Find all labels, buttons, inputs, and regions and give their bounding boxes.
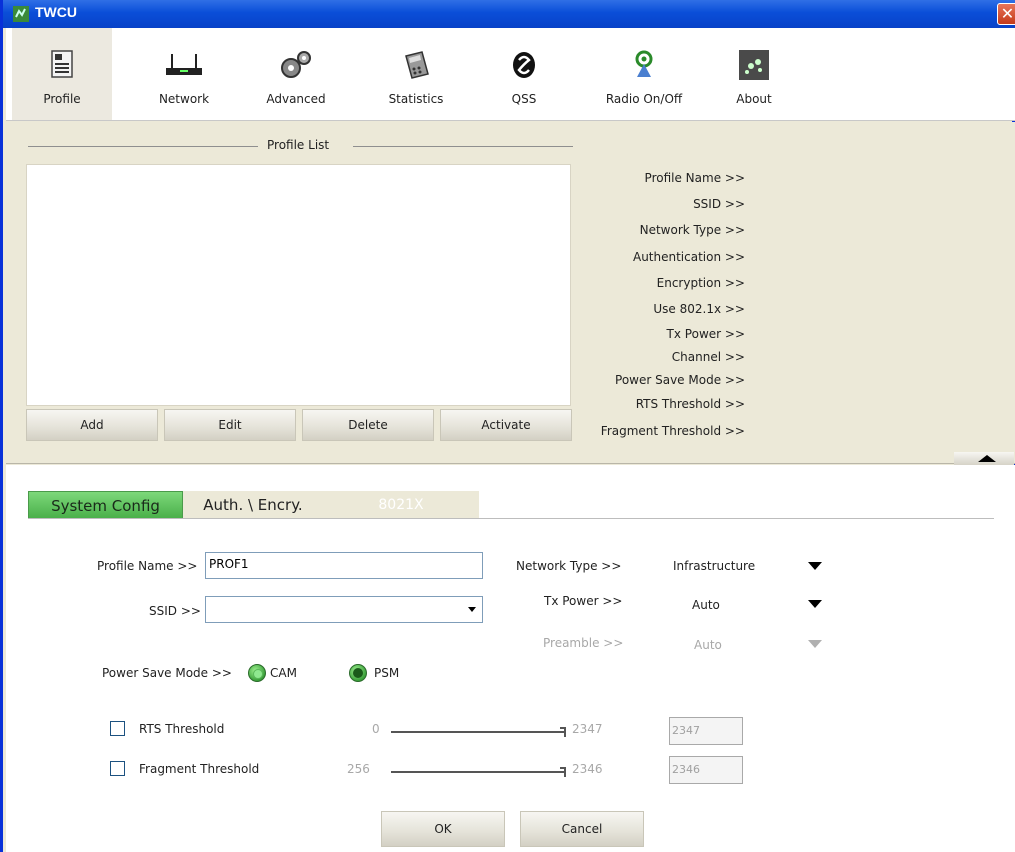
rts-min-label: 0 [372,722,380,736]
psm-radio[interactable] [349,664,367,682]
toolbar-label: Advanced [266,92,326,106]
toolbar-advanced-button[interactable]: Advanced [244,28,348,120]
divider [28,146,258,147]
rts-max-label: 2347 [572,722,603,736]
info-power-save-label: Power Save Mode >> [615,373,745,387]
ok-button[interactable]: OK [381,811,505,847]
add-button[interactable]: Add [26,409,158,441]
preamble-label: Preamble >> [543,636,624,650]
delete-button[interactable]: Delete [302,409,434,441]
toolbar-statistics-button[interactable]: Statistics [364,28,468,120]
config-panel: System Config Auth. \ Encry. 8021X Profi… [6,465,1015,852]
rts-slider-track [391,731,566,733]
preamble-value: Auto [694,638,722,652]
info-fragment-threshold-label: Fragment Threshold >> [600,424,745,438]
cam-label: CAM [270,666,297,680]
ssid-label: SSID >> [149,604,201,618]
title-bar: TWCU ✕ [3,0,1015,28]
tab-auth-encry[interactable]: Auth. \ Encry. [183,491,323,519]
network-type-dropdown-icon[interactable] [808,562,822,570]
toolbar-label: Network [158,92,210,106]
toolbar-radio-button[interactable]: Radio On/Off [584,28,704,120]
rts-threshold-label: RTS Threshold [139,722,225,736]
radio-icon [635,50,653,77]
tab-8021x[interactable]: 8021X [323,491,479,519]
app-window: TWCU ✕ Profile Network Advanced Statisti… [0,0,1015,852]
chevron-down-icon [468,607,476,612]
fragment-threshold-checkbox[interactable] [110,761,125,776]
toolbar-label: QSS [511,92,537,106]
preamble-dropdown-icon [808,640,822,648]
profile-icon [51,50,73,78]
info-ssid-label: SSID >> [693,197,745,211]
info-authentication-label: Authentication >> [632,250,745,264]
info-encryption-label: Encryption >> [656,276,745,290]
toolbar-label: Statistics [388,92,444,106]
info-profile-name-label: Profile Name >> [644,171,745,185]
frag-slider-track [391,771,566,773]
info-channel-label: Channel >> [671,350,745,364]
close-button[interactable]: ✕ [997,3,1015,25]
app-icon [13,6,29,22]
toolbar-network-button[interactable]: Network [134,28,234,120]
calculator-icon [405,51,429,79]
frag-value-field[interactable]: 2346 [669,756,743,784]
gears-icon [281,51,311,78]
network-type-value[interactable]: Infrastructure [673,559,755,573]
collapse-button[interactable] [954,452,1014,466]
tx-power-value[interactable]: Auto [692,598,720,612]
divider [353,146,573,147]
qss-icon [513,52,535,78]
router-icon [166,54,202,75]
toolbar-label: Profile [43,92,81,106]
ssid-dropdown-button[interactable] [463,598,481,621]
power-save-label: Power Save Mode >> [102,666,232,680]
profile-name-label: Profile Name >> [97,559,198,573]
info-tx-power-label: Tx Power >> [666,327,745,341]
frag-min-label: 256 [347,762,370,776]
window-title: TWCU [35,4,77,20]
profile-name-input[interactable]: PROF1 [205,552,483,579]
info-rts-threshold-label: RTS Threshold >> [635,397,745,411]
edit-button[interactable]: Edit [164,409,296,441]
fragment-threshold-label: Fragment Threshold [139,762,260,776]
cam-radio[interactable] [248,664,266,682]
info-network-type-label: Network Type >> [639,223,745,237]
profile-list-header: Profile List [28,138,573,154]
main-toolbar: Profile Network Advanced Statistics QSS … [6,28,1015,121]
tab-system-config[interactable]: System Config [28,491,183,519]
divider [28,518,994,519]
activate-button[interactable]: Activate [440,409,572,441]
toolbar-label: About [736,92,772,106]
network-type-label: Network Type >> [516,559,622,573]
profile-list-title: Profile List [263,138,334,152]
collapse-arrow-icon [978,455,996,462]
rts-threshold-checkbox[interactable] [110,721,125,736]
profile-list[interactable] [26,164,571,406]
about-icon [739,50,769,80]
frag-max-label: 2346 [572,762,603,776]
profile-panel: Profile List Add Edit Delete Activate Pr… [6,122,1015,466]
psm-label: PSM [374,666,400,680]
toolbar-profile-button[interactable]: Profile [12,28,112,120]
tx-power-label: Tx Power >> [544,594,623,608]
rts-value-field[interactable]: 2347 [669,717,743,745]
ssid-combobox[interactable] [205,596,483,623]
cancel-button[interactable]: Cancel [520,811,644,847]
toolbar-qss-button[interactable]: QSS [488,28,560,120]
info-use-8021x-label: Use 802.1x >> [653,302,745,316]
frag-slider-handle[interactable] [560,767,566,777]
rts-slider-handle[interactable] [560,727,566,737]
toolbar-label: Radio On/Off [605,92,683,106]
tx-power-dropdown-icon[interactable] [808,600,822,608]
toolbar-about-button[interactable]: About [718,28,790,120]
